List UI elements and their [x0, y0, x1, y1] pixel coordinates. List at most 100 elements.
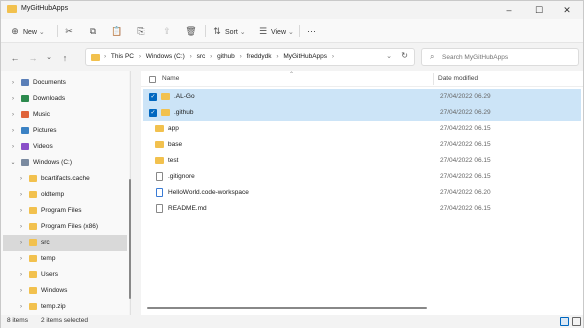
chevron-right-icon[interactable]: ›	[17, 299, 25, 315]
chevron-right-icon[interactable]: ›	[17, 267, 25, 283]
address-history-dropdown[interactable]: ⌄	[386, 52, 392, 60]
rename-button[interactable]: ⎘	[135, 23, 147, 39]
chevron-right-icon[interactable]: ›	[17, 251, 25, 267]
sidebar-item-windows-c[interactable]: ⌄ Windows (C:)	[3, 155, 127, 171]
address-bar[interactable]: › This PC › Windows (C:) › src › github …	[85, 48, 415, 66]
breadcrumb-item[interactable]: MyGitHubApps	[283, 53, 327, 60]
cut-button[interactable]: ✂	[63, 23, 75, 39]
sidebar-item-videos[interactable]: › Videos	[3, 139, 127, 155]
search-input[interactable]	[442, 52, 572, 63]
sidebar-item-bcartifacts-cache[interactable]: › bcartifacts.cache	[3, 171, 127, 187]
arrow-left-icon: ←	[10, 53, 20, 63]
table-row[interactable]: app 27/04/2022 06.15	[143, 121, 581, 137]
chevron-right-icon: ›	[189, 53, 192, 60]
chevron-right-icon[interactable]: ›	[9, 107, 17, 123]
column-divider[interactable]	[433, 73, 434, 85]
sidebar-item-temp[interactable]: › temp	[3, 251, 127, 267]
select-all-checkbox[interactable]	[149, 76, 156, 83]
drive-icon	[21, 159, 29, 166]
chevron-right-icon[interactable]: ›	[17, 171, 25, 187]
nav-scrollbar[interactable]	[129, 179, 131, 299]
sidebar-item-oldtemp[interactable]: › oldtemp	[3, 187, 127, 203]
breadcrumb-item[interactable]: src	[197, 53, 206, 60]
row-checkbox[interactable]: ✓	[149, 109, 157, 117]
chevron-right-icon[interactable]: ›	[17, 235, 25, 251]
chevron-down-icon[interactable]: ⌄	[9, 155, 17, 171]
folder-icon	[29, 287, 37, 294]
paste-button[interactable]: 📋	[111, 23, 123, 39]
file-name: HelloWorld.code-workspace	[168, 189, 249, 196]
horizontal-scrollbar[interactable]	[147, 307, 427, 309]
sidebar-item-src[interactable]: › src	[3, 235, 127, 251]
sidebar-item-label: temp	[41, 255, 56, 262]
share-icon: ⇪	[163, 26, 171, 36]
trash-icon: 🗑	[185, 26, 197, 36]
status-bar: 8 items 2 items selected	[1, 315, 583, 328]
sidebar-item-label: Program Files	[41, 207, 82, 214]
folder-icon	[29, 223, 37, 230]
details-view-button[interactable]	[560, 317, 569, 326]
chevron-right-icon[interactable]: ›	[9, 91, 17, 107]
chevron-down-icon: ⌄	[46, 54, 52, 61]
sidebar-item-label: Videos	[33, 143, 53, 150]
table-row[interactable]: ✓ .github 27/04/2022 06.29	[143, 105, 581, 121]
recent-locations-button[interactable]: ⌄	[43, 53, 55, 61]
close-button[interactable]: ✕	[555, 3, 579, 17]
row-checkbox[interactable]: ✓	[149, 93, 157, 101]
forward-button[interactable]: →	[27, 53, 39, 63]
chevron-right-icon[interactable]: ›	[17, 187, 25, 203]
breadcrumb-item[interactable]: github	[217, 53, 235, 60]
chevron-down-icon: ⌄	[38, 29, 45, 36]
command-bar: ⊕ New ⌄ ✂ ⧉ 📋 ⎘ ⇪ 🗑 ⇅ Sort ⌄ ☰ View ⌄ ··…	[1, 19, 583, 43]
sidebar-item-windows[interactable]: › Windows	[3, 283, 127, 299]
chevron-right-icon[interactable]: ›	[9, 139, 17, 155]
breadcrumb-item[interactable]: Windows (C:)	[146, 53, 185, 60]
table-row[interactable]: .gitignore 27/04/2022 06.15	[143, 169, 581, 185]
breadcrumb-item[interactable]: This PC	[111, 53, 134, 60]
table-row[interactable]: ✓ .AL-Go 27/04/2022 06.29	[143, 89, 581, 105]
refresh-icon: ↻	[401, 51, 408, 60]
folder-icon	[155, 157, 164, 164]
file-date-modified: 27/04/2022 06.15	[440, 125, 491, 132]
minimize-button[interactable]: –	[497, 3, 521, 17]
sidebar-item-users[interactable]: › Users	[3, 267, 127, 283]
sidebar-item-temp-zip[interactable]: › temp.zip	[3, 299, 127, 315]
sidebar-item-label: Documents	[33, 79, 66, 86]
table-row[interactable]: README.md 27/04/2022 06.15	[143, 201, 581, 217]
copy-button[interactable]: ⧉	[87, 23, 99, 39]
delete-button[interactable]: 🗑	[185, 23, 197, 39]
arrow-up-icon: ↑	[62, 53, 68, 63]
navigation-pane: › Documents › Downloads › Music › Pictures › Vide…	[1, 71, 129, 315]
sidebar-item-music[interactable]: › Music	[3, 107, 127, 123]
divider	[57, 25, 58, 37]
back-button[interactable]: ←	[9, 53, 21, 63]
sidebar-item-pictures[interactable]: › Pictures	[3, 123, 127, 139]
chevron-right-icon[interactable]: ›	[9, 123, 17, 139]
table-row[interactable]: base 27/04/2022 06.15	[143, 137, 581, 153]
tiles-view-button[interactable]	[572, 317, 581, 326]
column-date-modified[interactable]: Date modified	[438, 75, 478, 82]
chevron-right-icon[interactable]: ›	[17, 219, 25, 235]
new-button[interactable]: ⊕ New ⌄	[9, 23, 45, 39]
chevron-right-icon[interactable]: ›	[17, 203, 25, 219]
more-options-button[interactable]: ···	[307, 23, 316, 39]
view-button[interactable]: ☰ View ⌄	[257, 23, 294, 39]
chevron-right-icon[interactable]: ›	[9, 75, 17, 91]
up-button[interactable]: ↑	[59, 53, 71, 63]
refresh-button[interactable]: ↻	[401, 51, 408, 60]
breadcrumb-item[interactable]: freddydk	[247, 53, 272, 60]
column-name[interactable]: Name	[162, 75, 179, 82]
table-row[interactable]: test 27/04/2022 06.15	[143, 153, 581, 169]
sidebar-item-program-files[interactable]: › Program Files	[3, 203, 127, 219]
file-date-modified: 27/04/2022 06.15	[440, 141, 491, 148]
chevron-right-icon[interactable]: ›	[17, 283, 25, 299]
sidebar-item-documents[interactable]: › Documents	[3, 75, 127, 91]
workspace-file-icon	[156, 188, 163, 197]
sidebar-item-program-files-x86[interactable]: › Program Files (x86)	[3, 219, 127, 235]
maximize-button[interactable]: ☐	[527, 3, 551, 17]
sort-button[interactable]: ⇅ Sort ⌄	[211, 23, 245, 39]
search-box[interactable]: ⌕	[421, 48, 579, 66]
table-row[interactable]: HelloWorld.code-workspace 27/04/2022 06.2…	[143, 185, 581, 201]
sidebar-item-downloads[interactable]: › Downloads	[3, 91, 127, 107]
share-button[interactable]: ⇪	[161, 23, 173, 39]
